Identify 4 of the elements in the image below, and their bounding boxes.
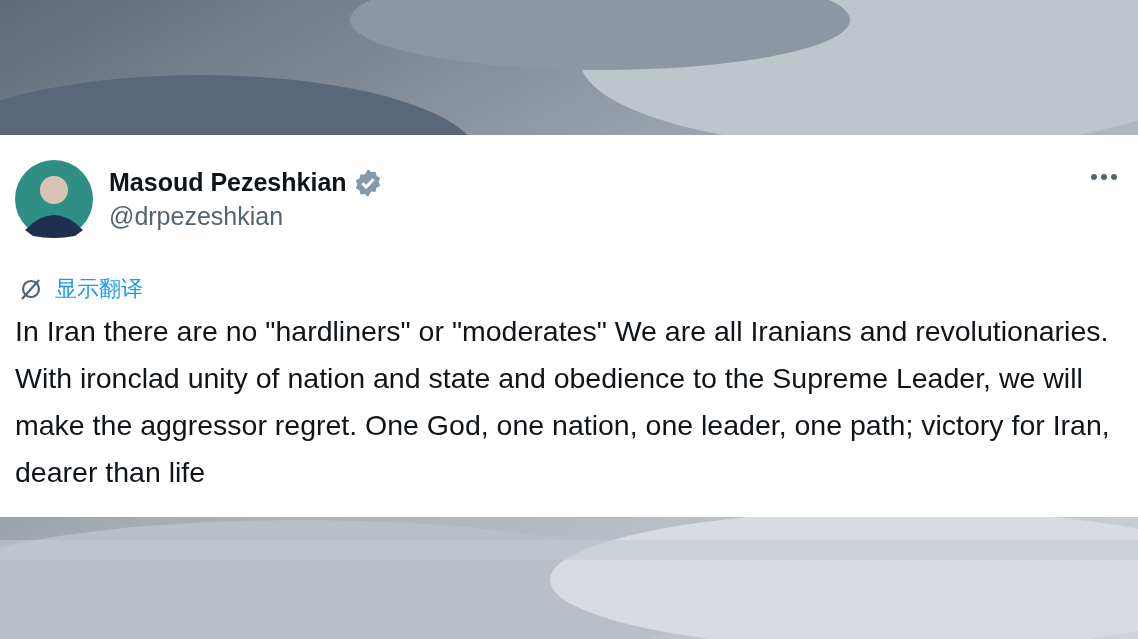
author-handle[interactable]: @drpezeshkian	[109, 201, 383, 231]
author-name[interactable]: Masoud Pezeshkian	[109, 168, 347, 197]
translate-icon	[19, 277, 43, 301]
post-text: In Iran there are no "hardliners" or "moderates" We are all Iranians and revolutionaries. With ironclad unity of nation and state and obedience to the Supreme Leader, we will make the aggressor regret. One God, one nation, one leader, one path; victory for Iran, dearer than life	[15, 314, 1111, 490]
